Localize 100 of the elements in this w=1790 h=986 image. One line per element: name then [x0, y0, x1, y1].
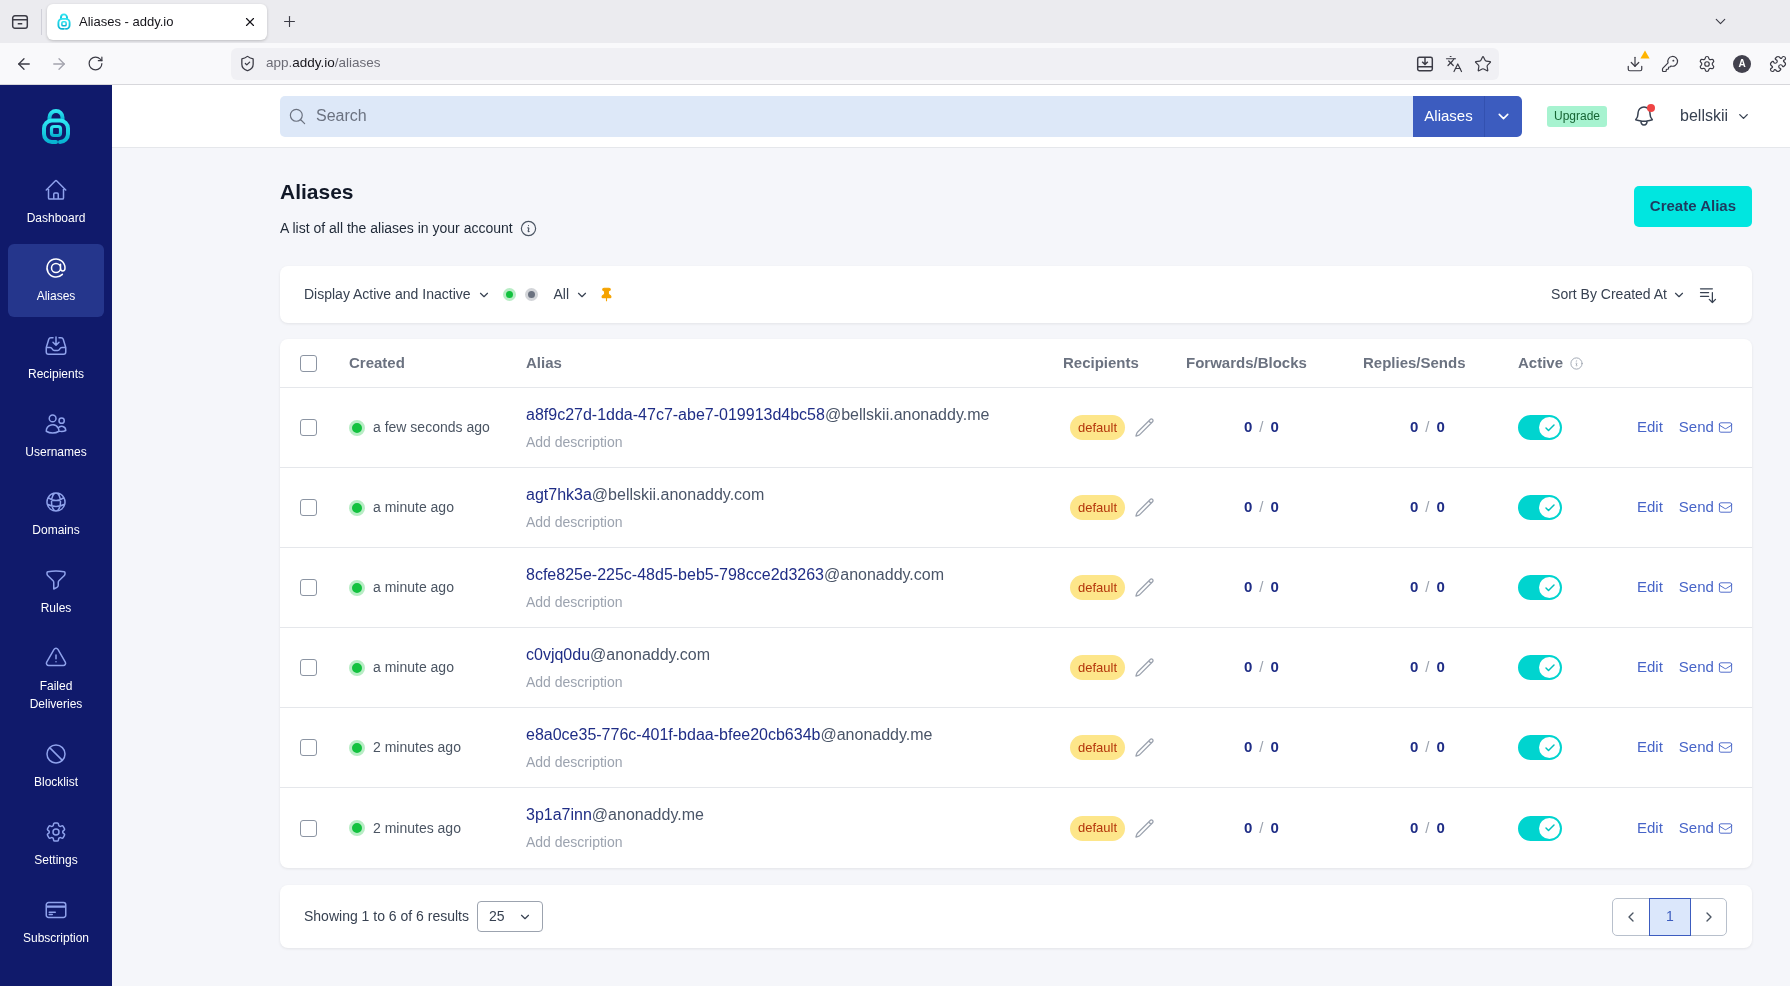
new-tab-icon[interactable] — [281, 13, 298, 30]
sort-dropdown[interactable]: Sort By Created At — [1551, 284, 1686, 305]
checkbox[interactable] — [300, 739, 317, 756]
edit-link[interactable]: Edit — [1637, 736, 1663, 759]
toggle-switch[interactable] — [1518, 495, 1562, 520]
bookmark-star-icon[interactable] — [1474, 54, 1492, 73]
send-link[interactable]: Send — [1678, 496, 1733, 519]
page-button[interactable]: 1 — [1649, 897, 1691, 936]
browser-tab[interactable]: Aliases - addy.io — [47, 3, 267, 40]
search-icon — [288, 106, 307, 126]
search-scope-button[interactable]: Aliases — [1413, 95, 1484, 137]
recipient-badge: default — [1070, 815, 1126, 841]
alias-address[interactable]: 8cfe825e-225c-48d5-beb5-798cce2d3263@anonaddy.com — [526, 563, 945, 586]
send-link[interactable]: Send — [1678, 656, 1733, 679]
send-link[interactable]: Send — [1678, 816, 1733, 840]
pencil-icon[interactable] — [1134, 657, 1156, 678]
sidebar-item[interactable]: Settings — [8, 808, 104, 881]
check-icon — [1543, 822, 1556, 834]
created-time: a minute ago — [373, 658, 454, 677]
extensions-icon[interactable] — [1769, 54, 1787, 73]
info-icon[interactable] — [518, 218, 538, 238]
send-link[interactable]: Send — [1678, 416, 1733, 439]
alias-address[interactable]: 3p1a7inn@anonaddy.me — [526, 804, 704, 826]
sidebar-item[interactable]: Rules — [8, 556, 104, 629]
checkbox[interactable] — [300, 659, 317, 676]
alias-address[interactable]: c0vjq0du@anonaddy.com — [526, 643, 711, 666]
address-bar[interactable]: app.addy.io/aliases — [231, 47, 1499, 80]
per-page-select[interactable]: 25 — [477, 901, 543, 932]
results-summary: Showing 1 to 6 of 6 results — [304, 907, 469, 926]
key-icon[interactable] — [1661, 54, 1679, 73]
recipient-badge: default — [1070, 575, 1126, 600]
create-alias-button[interactable]: Create Alias — [1633, 186, 1752, 227]
alias-address[interactable]: a8f9c27d-1dda-47c7-abe7-019913d4bc58@bellskii.anonaddy.me — [526, 403, 990, 426]
column-header: Alias — [526, 352, 562, 373]
checkbox[interactable] — [300, 819, 317, 837]
edit-link[interactable]: Edit — [1637, 816, 1663, 840]
funnel-icon — [44, 568, 68, 592]
previous-page-button[interactable] — [1612, 897, 1650, 936]
sidebar-item[interactable]: Usernames — [8, 400, 104, 473]
alias-address[interactable]: e8a0ce35-776c-401f-bdaa-bfee20cb634b@anonaddy.me — [526, 723, 933, 746]
user-menu-button[interactable]: bellskii — [1680, 104, 1752, 128]
type-filter-dropdown[interactable]: All — [553, 284, 590, 305]
toggle-switch[interactable] — [1518, 815, 1562, 841]
pencil-icon[interactable] — [1134, 817, 1156, 839]
upgrade-button[interactable]: Upgrade — [1547, 105, 1608, 127]
pencil-icon[interactable] — [1134, 577, 1156, 598]
page-title: Aliases — [280, 179, 355, 205]
profile-avatar[interactable]: A — [1733, 54, 1751, 73]
reload-icon[interactable] — [87, 55, 104, 72]
pencil-icon[interactable] — [1134, 417, 1156, 438]
at-sign-icon — [44, 256, 68, 280]
check-icon — [1543, 421, 1556, 434]
scope-dropdown-button[interactable] — [1484, 95, 1522, 137]
sidebar-item[interactable]: Dashboard — [8, 166, 104, 239]
pencil-icon[interactable] — [1134, 497, 1156, 518]
sidebar-item[interactable]: Subscription — [8, 886, 104, 959]
toggle-switch[interactable] — [1518, 655, 1562, 680]
search-field[interactable]: Search — [280, 95, 1413, 137]
shield-icon[interactable] — [239, 55, 256, 72]
next-page-button[interactable] — [1690, 897, 1727, 936]
translate-icon[interactable] — [1445, 54, 1463, 73]
warning-icon — [1640, 49, 1650, 59]
recipient-badge: default — [1070, 495, 1126, 520]
settings-icon[interactable] — [1698, 54, 1716, 73]
count-text: 0 / 0 — [1410, 657, 1445, 678]
sidebar-item[interactable]: Blocklist — [8, 730, 104, 803]
checkbox[interactable] — [300, 419, 317, 436]
alias-address[interactable]: agt7hk3a@bellskii.anonaddy.com — [526, 483, 765, 506]
send-link[interactable]: Send — [1678, 736, 1733, 759]
edit-link[interactable]: Edit — [1637, 576, 1663, 599]
sidebar-item[interactable]: Aliases — [8, 244, 104, 317]
checkbox[interactable] — [300, 499, 317, 516]
toggle-switch[interactable] — [1518, 575, 1562, 600]
edit-link[interactable]: Edit — [1637, 416, 1663, 439]
toggle-switch[interactable] — [1518, 735, 1562, 760]
logo-icon — [41, 107, 71, 144]
count-text: 0 / 0 — [1410, 817, 1445, 838]
globe-icon — [44, 490, 68, 514]
check-icon — [1543, 661, 1556, 674]
checkbox[interactable] — [300, 354, 317, 372]
checkbox[interactable] — [300, 579, 317, 596]
pin-icon[interactable] — [599, 287, 615, 302]
column-header: Created — [349, 352, 405, 373]
download-icon[interactable] — [1626, 54, 1644, 73]
tab-list-icon[interactable] — [11, 12, 29, 31]
edit-link[interactable]: Edit — [1637, 656, 1663, 679]
pencil-icon[interactable] — [1134, 737, 1156, 758]
edit-link[interactable]: Edit — [1637, 496, 1663, 519]
count-text: 0 / 0 — [1410, 417, 1445, 438]
sidebar-item[interactable]: Recipients — [8, 322, 104, 395]
inbox-icon — [44, 334, 68, 358]
sidebar-item[interactable]: Domains — [8, 478, 104, 551]
count-text: 0 / 0 — [1244, 817, 1279, 838]
mail-icon — [1717, 420, 1733, 435]
send-link[interactable]: Send — [1678, 576, 1733, 599]
display-filter-dropdown[interactable]: Display Active and Inactive — [304, 284, 491, 305]
download-page-icon[interactable] — [1416, 54, 1434, 73]
mail-icon — [1717, 660, 1733, 675]
sidebar-item[interactable]: Failed Deliveries — [8, 634, 104, 725]
toggle-switch[interactable] — [1518, 415, 1562, 440]
